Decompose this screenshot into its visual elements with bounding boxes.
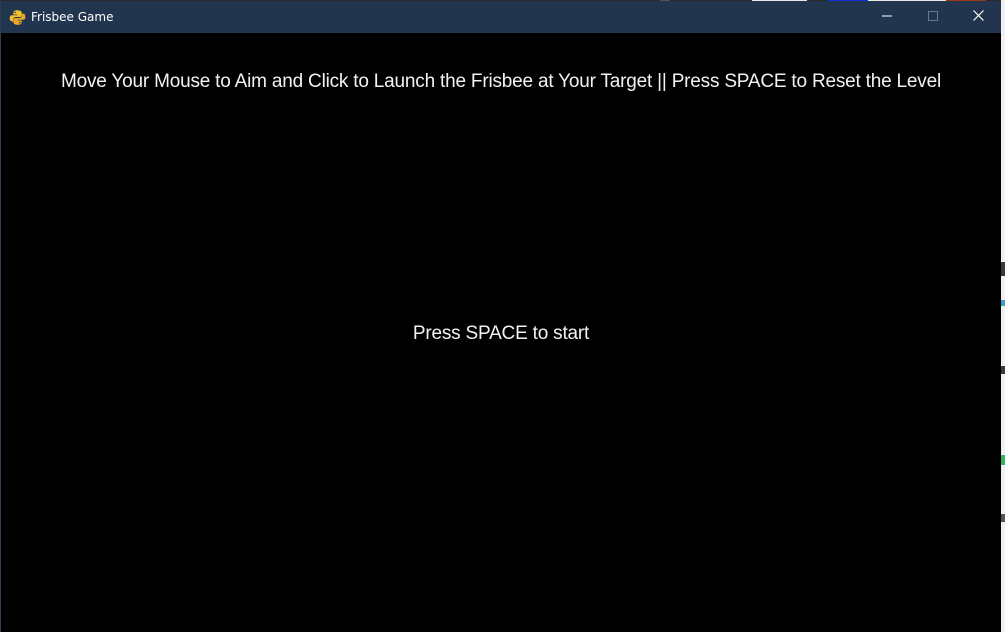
window-title: Frisbee Game bbox=[31, 10, 114, 24]
start-prompt: Press SPACE to start bbox=[412, 323, 590, 344]
game-window: Frisbee Game Move Your Mouse to Aim and … bbox=[0, 1, 1001, 632]
background-window-edge bbox=[1001, 0, 1005, 632]
minimize-icon bbox=[882, 8, 892, 26]
maximize-button[interactable] bbox=[910, 1, 956, 33]
background-window-detail bbox=[1001, 455, 1005, 465]
python-icon bbox=[9, 9, 26, 26]
game-canvas[interactable]: Move Your Mouse to Aim and Click to Laun… bbox=[1, 33, 1001, 632]
maximize-icon bbox=[928, 8, 938, 26]
close-button[interactable] bbox=[955, 1, 1001, 33]
instructions-text: Move Your Mouse to Aim and Click to Laun… bbox=[61, 71, 941, 92]
background-window-detail bbox=[1001, 262, 1005, 276]
background-window-detail bbox=[1001, 514, 1005, 522]
close-icon bbox=[972, 8, 984, 26]
background-window-detail bbox=[1001, 366, 1005, 374]
background-window-detail bbox=[1001, 300, 1005, 306]
minimize-button[interactable] bbox=[864, 1, 910, 33]
title-bar[interactable]: Frisbee Game bbox=[1, 1, 1001, 33]
